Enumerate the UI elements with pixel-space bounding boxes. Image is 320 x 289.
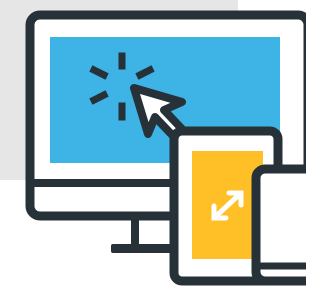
responsive-devices-illustration: [0, 0, 306, 289]
responsive-devices-graphic: [0, 0, 306, 286]
phone-icon: [251, 164, 306, 286]
